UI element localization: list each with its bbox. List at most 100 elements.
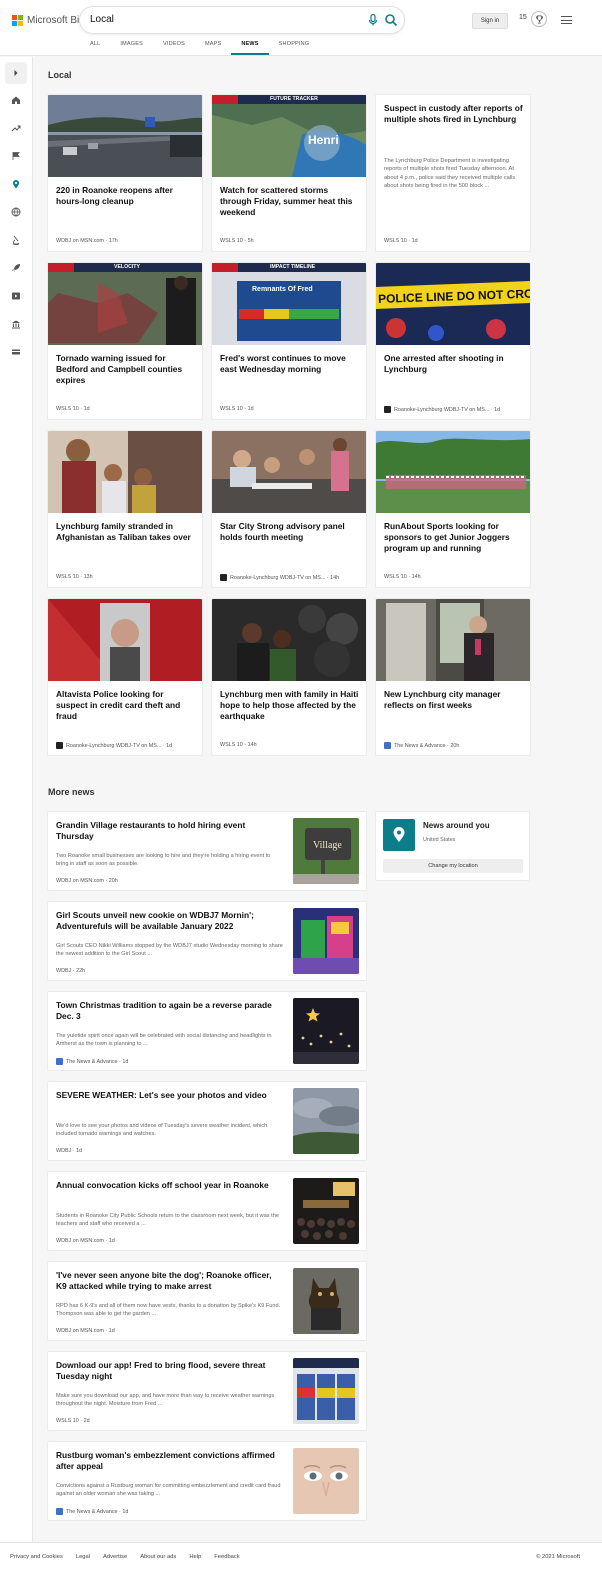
item-title[interactable]: Download our app! Fred to bring flood, s… bbox=[56, 1360, 284, 1382]
news-card[interactable]: 220 in Roanoke reopens after hours-long … bbox=[47, 94, 203, 252]
card-title[interactable]: New Lynchburg city manager reflects on f… bbox=[384, 689, 524, 711]
footer-link-privacy[interactable]: Privacy and Cookies bbox=[10, 1554, 63, 1560]
tab-all[interactable]: ALL bbox=[90, 41, 110, 55]
card-thumbnail bbox=[48, 95, 202, 177]
search-box[interactable]: Local bbox=[80, 7, 404, 33]
footer-link-legal[interactable]: Legal bbox=[76, 1554, 90, 1560]
item-title[interactable]: Annual convocation kicks off school year… bbox=[56, 1180, 284, 1191]
news-card[interactable]: IMPACT TIMELINE Remnants Of Fred Fred's … bbox=[211, 262, 367, 420]
politics-icon[interactable] bbox=[10, 318, 22, 330]
menu-hamburger-icon[interactable] bbox=[561, 16, 572, 24]
item-title[interactable]: Rustburg woman's embezzlement conviction… bbox=[56, 1450, 284, 1472]
news-card[interactable]: RunAbout Sports looking for sponsors to … bbox=[375, 430, 531, 588]
expand-sidebar-button[interactable] bbox=[5, 62, 27, 84]
news-card[interactable]: Altavista Police looking for suspect in … bbox=[47, 598, 203, 756]
card-title[interactable]: RunAbout Sports looking for sponsors to … bbox=[384, 521, 524, 554]
footer-link-help[interactable]: Help bbox=[189, 1554, 201, 1560]
item-time: 1d bbox=[122, 1058, 129, 1065]
family-photo-icon bbox=[48, 431, 202, 513]
sign-in-button[interactable]: Sign in bbox=[472, 13, 508, 29]
search-icon[interactable] bbox=[384, 13, 398, 27]
news-card[interactable]: POLICE LINE DO NOT CROSS One arrested af… bbox=[375, 262, 531, 420]
card-title[interactable]: Watch for scattered storms through Frida… bbox=[220, 185, 360, 218]
footer-link-feedback[interactable]: Feedback bbox=[214, 1554, 239, 1560]
money-icon[interactable] bbox=[10, 346, 22, 358]
source-name: Roanoke-Lynchburg WDBJ-TV on MS... bbox=[394, 406, 490, 413]
card-thumbnail: POLICE LINE DO NOT CROSS bbox=[376, 263, 530, 345]
footer-link-advertise[interactable]: Advertise bbox=[103, 1554, 127, 1560]
news-list-item[interactable]: Rustburg woman's embezzlement conviction… bbox=[47, 1441, 367, 1521]
card-time: 20h bbox=[450, 742, 460, 749]
tab-images[interactable]: IMAGES bbox=[110, 41, 153, 55]
item-title[interactable]: SEVERE WEATHER: Let's see your photos an… bbox=[56, 1090, 284, 1101]
provider-logo-icon bbox=[220, 574, 227, 581]
change-location-button[interactable]: Change my location bbox=[383, 859, 523, 873]
card-title[interactable]: Star City Strong advisory panel holds fo… bbox=[220, 521, 360, 543]
item-title[interactable]: Girl Scouts unveil new cookie on WDBJ7 M… bbox=[56, 910, 284, 932]
item-description: Convictions against a Rustburg woman for… bbox=[56, 1483, 281, 1497]
news-list-item[interactable]: SEVERE WEATHER: Let's see your photos an… bbox=[47, 1081, 367, 1161]
news-card[interactable]: FUTURE TRACKER Henri Watch for scattered… bbox=[211, 94, 367, 252]
search-input[interactable]: Local bbox=[90, 14, 114, 25]
item-description: RPD has 6 K-9's and all of them now have… bbox=[56, 1303, 281, 1317]
news-card[interactable]: Suspect in custody after reports of mult… bbox=[375, 94, 531, 252]
card-time: 13h bbox=[83, 574, 93, 580]
tab-videos[interactable]: VIDEOS bbox=[153, 41, 195, 55]
card-title[interactable]: One arrested after shooting in Lynchburg bbox=[384, 353, 524, 375]
news-card[interactable]: Lynchburg family stranded in Afghanistan… bbox=[47, 430, 203, 588]
card-time: 1d bbox=[411, 238, 418, 244]
location-icon[interactable] bbox=[10, 178, 22, 190]
rocket-icon[interactable] bbox=[10, 262, 22, 274]
source-name: WDBJ on MSN.com bbox=[56, 878, 104, 884]
item-title[interactable]: Grandin Village restaurants to hold hiri… bbox=[56, 820, 284, 842]
science-icon[interactable] bbox=[10, 234, 22, 246]
trending-icon[interactable] bbox=[10, 122, 22, 134]
tab-news[interactable]: NEWS bbox=[231, 41, 269, 55]
item-source: WDBJ · 1d bbox=[56, 1148, 83, 1154]
item-title[interactable]: Town Christmas tradition to again be a r… bbox=[56, 1000, 284, 1022]
card-source: Roanoke-Lynchburg WDBJ-TV on MS... · 14h bbox=[220, 574, 339, 581]
news-card[interactable]: Star City Strong advisory panel holds fo… bbox=[211, 430, 367, 588]
card-title[interactable]: Fred's worst continues to move east Wedn… bbox=[220, 353, 360, 375]
news-card[interactable]: Lynchburg men with family in Haiti hope … bbox=[211, 598, 367, 756]
footer-link-about-ads[interactable]: About our ads bbox=[140, 1554, 176, 1560]
news-list-item[interactable]: Girl Scouts unveil new cookie on WDBJ7 M… bbox=[47, 901, 367, 981]
microphone-icon[interactable] bbox=[366, 13, 380, 27]
card-time: 14h bbox=[411, 574, 421, 580]
cookie-box-photo-icon bbox=[293, 908, 359, 974]
card-title[interactable]: 220 in Roanoke reopens after hours-long … bbox=[56, 185, 196, 207]
provider-logo-icon bbox=[56, 1508, 63, 1515]
item-thumbnail bbox=[293, 1268, 359, 1334]
news-card[interactable]: New Lynchburg city manager reflects on f… bbox=[375, 598, 531, 756]
source-name: WDBJ bbox=[56, 968, 72, 974]
flag-icon[interactable] bbox=[10, 150, 22, 162]
source-name: WDBJ on MSN.com bbox=[56, 238, 104, 244]
rewards-count[interactable]: 15 bbox=[519, 14, 527, 21]
rewards-trophy-icon[interactable] bbox=[531, 11, 547, 27]
card-thumbnail: FUTURE TRACKER Henri bbox=[212, 95, 366, 177]
news-list-item[interactable]: Download our app! Fred to bring flood, s… bbox=[47, 1351, 367, 1431]
home-icon[interactable] bbox=[10, 94, 22, 106]
item-description: Students in Roanoke City Public Schools … bbox=[56, 1213, 279, 1227]
card-title[interactable]: Lynchburg family stranded in Afghanistan… bbox=[56, 521, 196, 543]
item-source: WDBJ · 22h bbox=[56, 968, 86, 974]
item-thumbnail bbox=[293, 1448, 359, 1514]
item-title[interactable]: 'I've never seen anyone bite the dog'; R… bbox=[56, 1270, 284, 1292]
news-list-item[interactable]: Grandin Village restaurants to hold hiri… bbox=[47, 811, 367, 891]
tab-maps[interactable]: MAPS bbox=[195, 41, 231, 55]
source-name: WDBJ on MSN.com bbox=[56, 1328, 104, 1334]
card-title[interactable]: Altavista Police looking for suspect in … bbox=[56, 689, 196, 722]
card-title[interactable]: Lynchburg men with family in Haiti hope … bbox=[220, 689, 360, 722]
provider-logo-icon bbox=[56, 1058, 63, 1065]
card-title[interactable]: Suspect in custody after reports of mult… bbox=[384, 103, 524, 125]
news-list-item[interactable]: 'I've never seen anyone bite the dog'; R… bbox=[47, 1261, 367, 1341]
news-list-item[interactable]: Annual convocation kicks off school year… bbox=[47, 1171, 367, 1251]
tab-shopping[interactable]: SHOPPING bbox=[269, 41, 320, 55]
news-list-item[interactable]: Town Christmas tradition to again be a r… bbox=[47, 991, 367, 1071]
bing-logo[interactable]: Microsoft Bing bbox=[12, 15, 90, 26]
source-name: The News & Advance bbox=[394, 742, 446, 749]
card-title[interactable]: Tornado warning issued for Bedford and C… bbox=[56, 353, 196, 386]
news-card[interactable]: VELOCITY Tornado warning issued for Bedf… bbox=[47, 262, 203, 420]
video-icon[interactable] bbox=[10, 290, 22, 302]
globe-icon[interactable] bbox=[10, 206, 22, 218]
